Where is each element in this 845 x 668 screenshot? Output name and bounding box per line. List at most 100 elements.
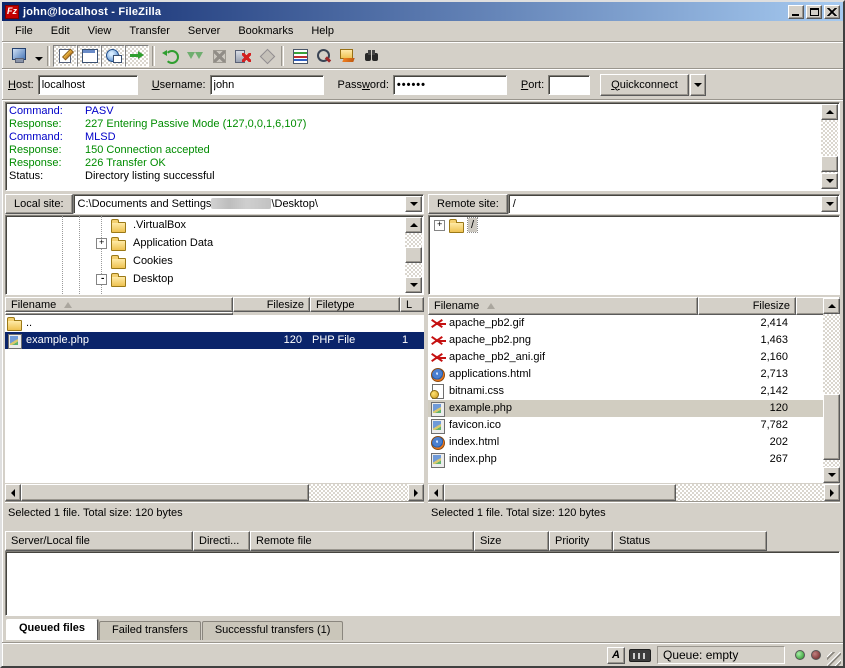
file-row[interactable]: apache_pb2.png 1,463 (428, 332, 823, 349)
menu-item[interactable]: Edit (42, 22, 79, 40)
maximize-button[interactable] (806, 5, 822, 19)
file-row[interactable]: favicon.ico 7,782 (428, 417, 823, 434)
scroll-down-button[interactable] (823, 467, 840, 483)
scroll-down-button[interactable] (821, 173, 838, 189)
data-type-indicator-icon[interactable]: A (607, 647, 625, 664)
toolbar-button[interactable] (6, 45, 30, 67)
toolbar-button[interactable] (359, 45, 383, 67)
scroll-left-button[interactable] (428, 484, 444, 501)
menu-item[interactable]: View (79, 22, 121, 40)
titlebar[interactable]: Fz john@localhost - FileZilla (2, 2, 843, 21)
queue-tab[interactable]: Successful transfers (1) (202, 621, 344, 640)
toolbar-button[interactable] (101, 45, 125, 67)
password-input[interactable] (393, 75, 507, 95)
scrollbar-track[interactable] (21, 484, 408, 501)
scroll-up-button[interactable] (821, 104, 838, 120)
scrollbar-track[interactable] (823, 314, 840, 467)
tree-item[interactable]: / (429, 216, 839, 234)
toolbar-button[interactable] (158, 45, 182, 67)
file-row[interactable]: index.html 202 (428, 434, 823, 451)
toolbar-button[interactable] (311, 45, 335, 67)
local-tree-vertical-scrollbar[interactable] (405, 217, 422, 293)
queue-column-header[interactable]: Directi... (193, 531, 250, 551)
queue-column-header[interactable]: Server/Local file (5, 531, 193, 551)
toolbar-button[interactable] (182, 45, 206, 67)
file-row[interactable]: apache_pb2.gif 2,414 (428, 315, 823, 332)
tree-item[interactable]: Cookies (6, 252, 423, 270)
local-directory-tree[interactable]: .VirtualBox Application Data Cookies (5, 215, 424, 295)
menu-item[interactable]: Transfer (120, 22, 179, 40)
speed-limit-icon[interactable] (629, 649, 651, 662)
scroll-right-button[interactable] (408, 484, 424, 501)
queue-tab[interactable]: Failed transfers (99, 621, 201, 640)
remote-site-dropdown-button[interactable] (821, 196, 838, 212)
toolbar-button[interactable] (77, 45, 101, 67)
tree-expander[interactable] (434, 220, 445, 231)
toolbar-button[interactable] (287, 45, 311, 67)
local-file-list[interactable]: .. example.php 120 PHP File 1 (5, 315, 424, 483)
toolbar-button[interactable] (53, 45, 77, 67)
remote-horizontal-scrollbar[interactable] (428, 484, 840, 501)
scroll-up-button[interactable] (823, 298, 840, 314)
quickconnect-button[interactable]: Quickconnect (600, 74, 689, 96)
scrollbar-thumb[interactable] (21, 484, 309, 501)
column-header[interactable]: Filename (428, 297, 698, 315)
scroll-right-button[interactable] (824, 484, 840, 501)
scroll-down-button[interactable] (405, 277, 422, 293)
file-row[interactable]: example.php 120 (428, 400, 823, 417)
remote-list-vertical-scrollbar[interactable] (823, 298, 840, 483)
scrollbar-thumb[interactable] (823, 394, 840, 460)
remote-site-combobox[interactable]: / (508, 194, 840, 214)
scrollbar-thumb[interactable] (821, 156, 838, 172)
tree-item[interactable]: Application Data (6, 234, 423, 252)
column-header[interactable]: Filesize (233, 297, 310, 312)
local-site-dropdown-button[interactable] (405, 196, 422, 212)
queue-column-header[interactable]: Priority (549, 531, 613, 551)
menu-item[interactable]: File (6, 22, 42, 40)
queue-column-header[interactable]: Status (613, 531, 767, 551)
file-row[interactable]: index.php 267 (428, 451, 823, 468)
scrollbar-track[interactable] (444, 484, 824, 501)
tree-item[interactable]: Desktop (6, 270, 423, 288)
local-site-combobox[interactable]: C:\Documents and Settings\Desktop\ (73, 194, 424, 214)
remote-directory-tree[interactable]: / (428, 215, 840, 295)
file-row[interactable]: .. (5, 315, 424, 332)
menu-item[interactable]: Help (302, 22, 343, 40)
local-horizontal-scrollbar[interactable] (5, 484, 424, 501)
scrollbar-track[interactable] (405, 233, 422, 277)
toolbar-button[interactable] (30, 45, 44, 67)
queue-column-header[interactable]: Remote file (250, 531, 474, 551)
minimize-button[interactable] (788, 5, 804, 19)
scrollbar-thumb[interactable] (405, 247, 422, 263)
file-row[interactable]: example.php 120 PHP File 1 (5, 332, 424, 349)
remote-file-list[interactable]: apache_pb2.gif 2,414 apache_pb2.png 1,46… (428, 315, 823, 483)
tree-expander[interactable] (96, 238, 107, 249)
username-input[interactable] (210, 75, 324, 95)
tree-expander[interactable] (96, 274, 107, 285)
toolbar-button[interactable] (125, 45, 149, 67)
menu-item[interactable]: Bookmarks (229, 22, 302, 40)
queue-tab[interactable]: Queued files (6, 619, 98, 640)
file-row[interactable]: applications.html 2,713 (428, 366, 823, 383)
tree-item[interactable]: .VirtualBox (6, 216, 423, 234)
log-vertical-scrollbar[interactable] (821, 104, 838, 189)
file-row[interactable]: apache_pb2_ani.gif 2,160 (428, 349, 823, 366)
scrollbar-track[interactable] (821, 120, 838, 173)
column-header[interactable]: Filename (5, 297, 233, 312)
file-row[interactable]: bitnami.css 2,142 (428, 383, 823, 400)
column-header[interactable]: Filetype (310, 297, 400, 312)
scrollbar-thumb[interactable] (444, 484, 676, 501)
toolbar-button[interactable] (230, 45, 254, 67)
column-header[interactable]: L (400, 297, 424, 312)
scroll-up-button[interactable] (405, 217, 422, 233)
transfer-queue-list[interactable] (5, 551, 840, 616)
quickconnect-dropdown-button[interactable] (690, 74, 706, 96)
menu-item[interactable]: Server (179, 22, 229, 40)
host-input[interactable] (38, 75, 138, 95)
close-button[interactable] (824, 5, 840, 19)
message-log[interactable]: Command:PASV Response:227 Entering Passi… (5, 102, 840, 191)
queue-column-header[interactable]: Size (474, 531, 549, 551)
column-header[interactable]: Filesize (698, 297, 796, 315)
scroll-left-button[interactable] (5, 484, 21, 501)
toolbar-button[interactable] (335, 45, 359, 67)
